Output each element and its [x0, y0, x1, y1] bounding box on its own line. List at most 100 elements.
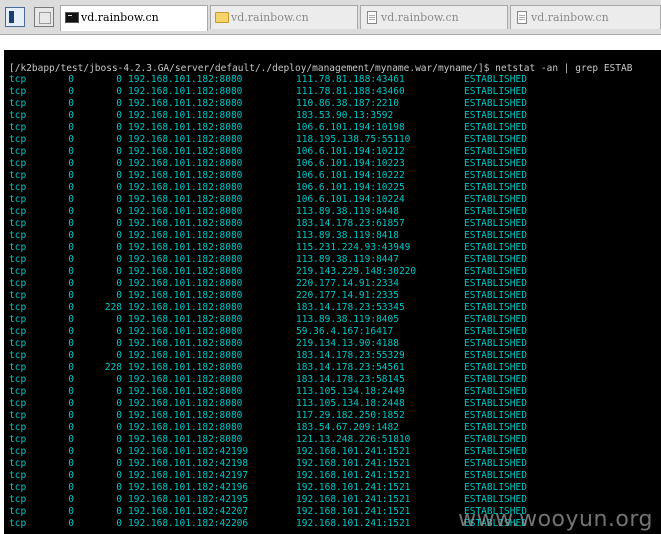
- protocol: tcp: [9, 314, 27, 325]
- netstat-row: tcp 0 0 192.168.101.182:8080 106.6.101.194:1…: [4, 146, 661, 158]
- state: ESTABLISHED: [464, 374, 527, 385]
- watermark: www.wooyun.org: [458, 507, 653, 532]
- local-address: 192.168.101.182:8080: [128, 230, 243, 241]
- local-address: 192.168.101.182:8080: [128, 266, 243, 277]
- tab-session-2[interactable]: vd.rainbow.cn: [210, 5, 358, 29]
- foreign-address: 183.53.90.13:3592: [296, 110, 394, 121]
- protocol: tcp: [9, 158, 27, 169]
- recv-q: 0: [68, 74, 74, 85]
- protocol: tcp: [9, 230, 27, 241]
- recv-q: 0: [68, 518, 74, 529]
- local-address: 192.168.101.182:8080: [128, 290, 243, 301]
- local-address: 192.168.101.182:42196: [128, 482, 249, 493]
- send-q: 0: [116, 422, 122, 433]
- state: ESTABLISHED: [464, 482, 527, 493]
- recv-q: 0: [68, 398, 74, 409]
- recv-q: 0: [68, 254, 74, 265]
- foreign-address: 192.168.101.241:1521: [296, 506, 411, 517]
- foreign-address: 183.14.178.23:55329: [296, 350, 405, 361]
- send-q: 0: [116, 350, 122, 361]
- netstat-row: tcp 0 0 192.168.101.182:8080 113.89.38.119:8…: [4, 314, 661, 326]
- document-icon: [367, 11, 377, 24]
- state: ESTABLISHED: [464, 494, 527, 505]
- netstat-row: tcp 0 0 192.168.101.182:8080 106.6.101.194:1…: [4, 170, 661, 182]
- send-q: 0: [116, 230, 122, 241]
- state: ESTABLISHED: [464, 350, 527, 361]
- foreign-address: 118.195.138.75:55110: [296, 134, 411, 145]
- recv-q: 0: [68, 314, 74, 325]
- local-address: 192.168.101.182:8080: [128, 338, 243, 349]
- local-address: 192.168.101.182:8080: [128, 182, 243, 193]
- protocol: tcp: [9, 422, 27, 433]
- recv-q: 0: [68, 338, 74, 349]
- local-address: 192.168.101.182:8080: [128, 314, 243, 325]
- local-address: 192.168.101.182:8080: [128, 302, 243, 313]
- protocol: tcp: [9, 218, 27, 229]
- recv-q: 0: [68, 110, 74, 121]
- foreign-address: 192.168.101.241:1521: [296, 494, 411, 505]
- send-q: 0: [116, 122, 122, 133]
- foreign-address: 113.105.134.18:2448: [296, 398, 405, 409]
- netstat-row: tcp 0 228 192.168.101.182:8080 183.14.178.23…: [4, 302, 661, 314]
- state: ESTABLISHED: [464, 290, 527, 301]
- send-q: 0: [116, 482, 122, 493]
- state: ESTABLISHED: [464, 182, 527, 193]
- document-icon: [517, 11, 527, 24]
- local-address: 192.168.101.182:42198: [128, 458, 249, 469]
- protocol: tcp: [9, 398, 27, 409]
- state: ESTABLISHED: [464, 110, 527, 121]
- tab-session-1[interactable]: vd.rainbow.cn: [60, 5, 208, 31]
- netstat-row: tcp 0 0 192.168.101.182:8080 113.89.38.119:8…: [4, 254, 661, 266]
- local-address: 192.168.101.182:42199: [128, 446, 249, 457]
- recv-q: 0: [68, 446, 74, 457]
- state: ESTABLISHED: [464, 446, 527, 457]
- terminal-icon: [65, 12, 79, 23]
- protocol: tcp: [9, 434, 27, 445]
- netstat-row: tcp 0 0 192.168.101.182:8080 113.89.38.119:8…: [4, 230, 661, 242]
- send-q: 0: [116, 170, 122, 181]
- netstat-row: tcp 0 0 192.168.101.182:8080 219.143.229.148…: [4, 266, 661, 278]
- foreign-address: 192.168.101.241:1521: [296, 446, 411, 457]
- tab-label: vd.rainbow.cn: [231, 11, 309, 24]
- local-address: 192.168.101.182:42207: [128, 506, 249, 517]
- foreign-address: 183.54.67.209:1482: [296, 422, 399, 433]
- state: ESTABLISHED: [464, 470, 527, 481]
- recv-q: 0: [68, 434, 74, 445]
- terminal-output[interactable]: [/k2bapp/test/jboss-4.2.3.GA/server/defa…: [4, 50, 661, 534]
- recv-q: 0: [68, 422, 74, 433]
- state: ESTABLISHED: [464, 314, 527, 325]
- send-q: 0: [116, 494, 122, 505]
- local-address: 192.168.101.182:8080: [128, 194, 243, 205]
- new-session-button[interactable]: [34, 7, 54, 27]
- send-q: 0: [116, 518, 122, 529]
- local-address: 192.168.101.182:8080: [128, 434, 243, 445]
- local-address: 192.168.101.182:8080: [128, 362, 243, 373]
- recv-q: 0: [68, 98, 74, 109]
- protocol: tcp: [9, 518, 27, 529]
- local-address: 192.168.101.182:8080: [128, 254, 243, 265]
- protocol: tcp: [9, 146, 27, 157]
- local-address: 192.168.101.182:8080: [128, 170, 243, 181]
- local-address: 192.168.101.182:8080: [128, 350, 243, 361]
- protocol: tcp: [9, 362, 27, 373]
- tab-session-3[interactable]: vd.rainbow.cn: [360, 5, 508, 29]
- protocol: tcp: [9, 122, 27, 133]
- send-q: 0: [116, 206, 122, 217]
- foreign-address: 113.105.134.18:2449: [296, 386, 405, 397]
- send-q: 0: [116, 506, 122, 517]
- send-q: 0: [116, 338, 122, 349]
- window-layout-button[interactable]: [5, 7, 25, 27]
- send-q: 0: [116, 98, 122, 109]
- protocol: tcp: [9, 470, 27, 481]
- netstat-row: tcp 0 0 192.168.101.182:8080 110.86.38.187:2…: [4, 98, 661, 110]
- protocol: tcp: [9, 410, 27, 421]
- foreign-address: 192.168.101.241:1521: [296, 458, 411, 469]
- netstat-row: tcp 0 0 192.168.101.182:8080 183.53.90.13:35…: [4, 110, 661, 122]
- netstat-row: tcp 0 0 192.168.101.182:8080 183.14.178.23:5…: [4, 350, 661, 362]
- foreign-address: 106.6.101.194:10223: [296, 158, 405, 169]
- recv-q: 0: [68, 146, 74, 157]
- tab-session-4[interactable]: vd.rainbow.cn: [510, 5, 661, 29]
- netstat-row: tcp 0 0 192.168.101.182:8080 220.177.14.91:2…: [4, 278, 661, 290]
- foreign-address: 192.168.101.241:1521: [296, 470, 411, 481]
- local-address: 192.168.101.182:8080: [128, 374, 243, 385]
